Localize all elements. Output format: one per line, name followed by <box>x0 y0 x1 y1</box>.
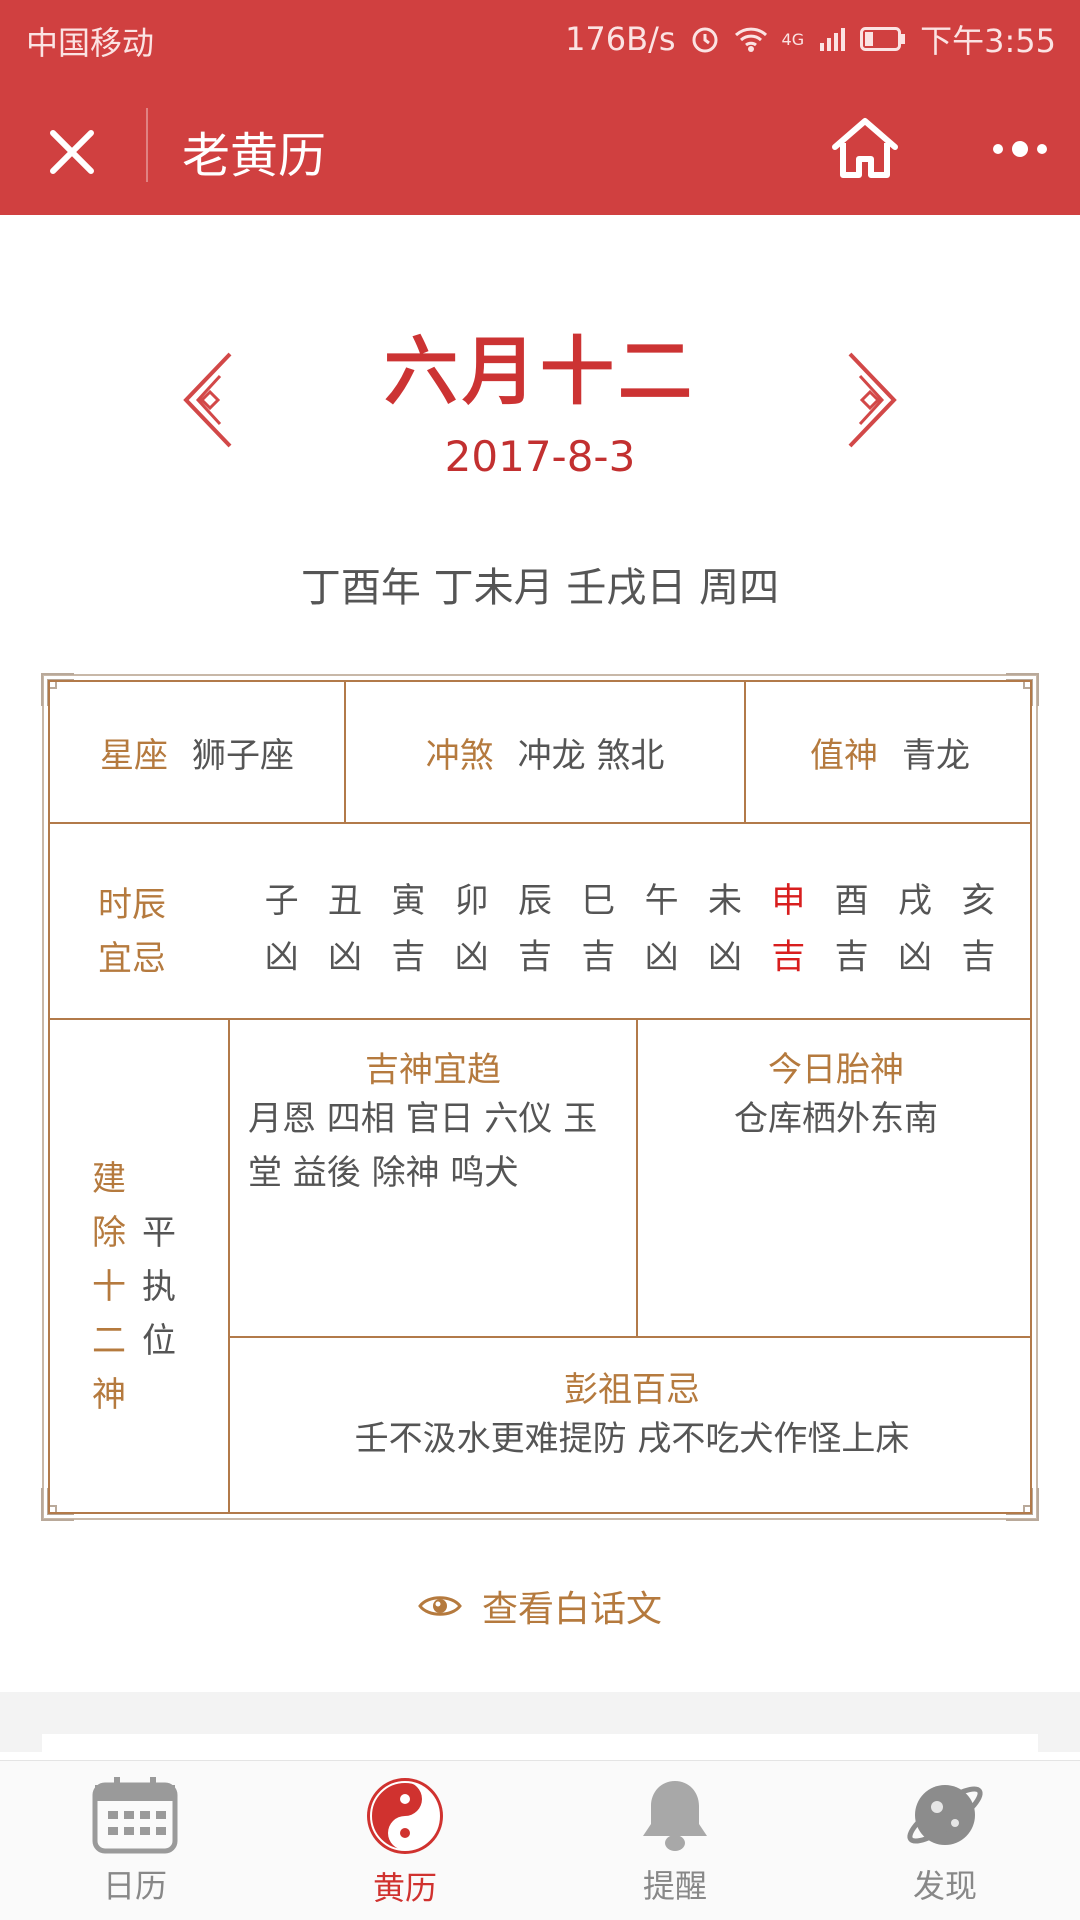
hour-branch: 亥 <box>961 881 996 921</box>
auspicious-gods-title: 吉神宜趋 <box>365 1050 501 1090</box>
almanac-grid: 星座 狮子座 冲煞 冲龙 煞北 值神 青龙 时辰 宜忌 子丑寅卯辰巳午未申酉戌亥… <box>48 680 1032 1514</box>
hour-fortune: 吉 <box>834 937 869 977</box>
twelve-gods-value-char: 平 <box>142 1213 176 1253</box>
grid-line <box>228 1336 1030 1338</box>
hour-branch: 子 <box>264 881 299 921</box>
hours-label: 时辰 宜忌 <box>98 878 166 986</box>
fetal-god-text: 仓库栖外东南 <box>734 1099 938 1139</box>
eye-icon <box>418 1596 462 1616</box>
hour-fortune: 凶 <box>327 937 362 977</box>
hour-fortune: 吉 <box>391 937 426 977</box>
yin-yang-icon <box>367 1778 443 1854</box>
hours-fortune-grid: 子丑寅卯辰巳午未申酉戌亥凶凶吉凶吉吉凶凶吉吉凶吉 <box>250 874 1010 984</box>
bell-icon <box>643 1781 707 1851</box>
duty-god-cell: 值神 青龙 <box>746 682 1034 822</box>
hour-fortune: 凶 <box>454 937 489 977</box>
hour-fortune: 吉 <box>771 937 806 977</box>
duty-god-value: 青龙 <box>902 735 970 776</box>
network-speed: 176B/s <box>565 20 676 58</box>
home-button[interactable] <box>822 108 908 188</box>
twelve-gods-value: 平 执 位 <box>142 1206 182 1368</box>
twelve-gods-char: 建 <box>92 1159 126 1199</box>
network-type: 4G <box>781 29 805 49</box>
calendar-icon <box>92 1777 178 1854</box>
constellation-value: 狮子座 <box>192 735 294 776</box>
pengzu-title: 彭祖百忌 <box>564 1370 700 1410</box>
twelve-gods-char: 二 <box>92 1321 126 1361</box>
app-header-background: 中国移动 176B/s 4G 下午3:55 老黄历 <box>0 0 1080 215</box>
hour-fortune: 吉 <box>961 937 996 977</box>
tab-almanac[interactable]: 黄历 <box>270 1761 540 1920</box>
alarm-icon <box>690 24 720 54</box>
hour-branch: 卯 <box>454 881 489 921</box>
hour-branch: 未 <box>707 881 742 921</box>
ganzhi-date: 丁酉年 丁未月 壬戌日 周四 <box>300 565 780 611</box>
hour-branch: 巳 <box>581 881 616 921</box>
close-icon <box>50 130 94 174</box>
clash-value: 冲龙 煞北 <box>517 735 665 776</box>
page-title: 老黄历 <box>182 128 327 184</box>
auspicious-gods-text: 月恩 四相 官日 六仪 玉堂 益後 除神 鸣犬 <box>248 1099 598 1193</box>
hour-fortune: 凶 <box>644 937 679 977</box>
tab-discover[interactable]: 发现 <box>810 1761 1080 1920</box>
more-dots-icon <box>993 141 1047 157</box>
clash-label: 冲煞 <box>425 735 494 776</box>
twelve-gods-char: 除 <box>92 1213 126 1253</box>
duty-god-label: 值神 <box>810 735 878 776</box>
hour-fortune: 凶 <box>264 937 299 977</box>
hour-fortune: 吉 <box>517 937 552 977</box>
clock-time: 下午3:55 <box>920 22 1056 60</box>
hour-branch: 丑 <box>327 881 362 921</box>
status-bar: 中国移动 176B/s 4G 下午3:55 <box>0 0 1080 76</box>
hour-branch: 酉 <box>834 881 869 921</box>
twelve-gods-value-char: 位 <box>142 1321 176 1361</box>
carrier-name: 中国移动 <box>26 24 155 62</box>
wifi-icon <box>734 25 768 53</box>
hour-fortune: 凶 <box>897 937 932 977</box>
close-button[interactable] <box>34 114 110 190</box>
solar-date: 2017-8-3 <box>444 432 636 481</box>
fetal-god-title: 今日胎神 <box>768 1050 904 1090</box>
hour-fortune: 凶 <box>707 937 742 977</box>
bottom-tab-bar: 日历 黄历 提醒 发现 <box>0 1760 1080 1920</box>
hour-branch: 寅 <box>391 881 426 921</box>
tab-almanac-label: 黄历 <box>372 1869 437 1907</box>
twelve-gods-value-char: 执 <box>142 1267 176 1307</box>
hour-branch: 辰 <box>517 881 552 921</box>
twelve-gods-char: 神 <box>92 1375 126 1415</box>
hours-label-line2: 宜忌 <box>98 939 166 979</box>
more-button[interactable] <box>970 114 1070 184</box>
tab-reminder[interactable]: 提醒 <box>540 1761 810 1920</box>
view-plain-text-link[interactable]: 查看白话文 <box>0 1580 1080 1632</box>
hour-branch: 申 <box>771 881 806 921</box>
clash-cell: 冲煞 冲龙 煞北 <box>346 682 744 822</box>
hour-fortune: 吉 <box>581 937 616 977</box>
header-divider <box>146 108 148 182</box>
hours-label-line1: 时辰 <box>98 885 166 925</box>
home-icon <box>832 118 898 178</box>
view-plain-text-label: 查看白话文 <box>481 1589 662 1630</box>
grid-line <box>50 1018 1030 1020</box>
twelve-gods-char: 十 <box>92 1267 126 1307</box>
hour-branch: 戌 <box>897 881 932 921</box>
pengzu-text: 壬不汲水更难提防 戌不吃犬作怪上床 <box>354 1419 910 1459</box>
battery-icon <box>860 26 906 52</box>
app-bar: 老黄历 <box>0 86 1080 206</box>
grid-line <box>50 822 1030 824</box>
twelve-gods-label: 建 除 十 二 神 <box>92 1152 132 1422</box>
constellation-cell: 星座 狮子座 <box>50 682 344 822</box>
signal-icon <box>818 25 846 53</box>
tab-calendar-label: 日历 <box>102 1867 167 1905</box>
hour-branch: 午 <box>644 881 679 921</box>
tab-discover-label: 发现 <box>912 1867 977 1905</box>
constellation-label: 星座 <box>100 735 168 776</box>
planet-icon <box>907 1785 983 1845</box>
lunar-date: 六月十二 <box>384 329 696 415</box>
tab-reminder-label: 提醒 <box>642 1867 707 1905</box>
tab-calendar[interactable]: 日历 <box>0 1761 270 1920</box>
almanac-panel: 星座 狮子座 冲煞 冲龙 煞北 值神 青龙 时辰 宜忌 子丑寅卯辰巳午未申酉戌亥… <box>41 673 1039 1521</box>
